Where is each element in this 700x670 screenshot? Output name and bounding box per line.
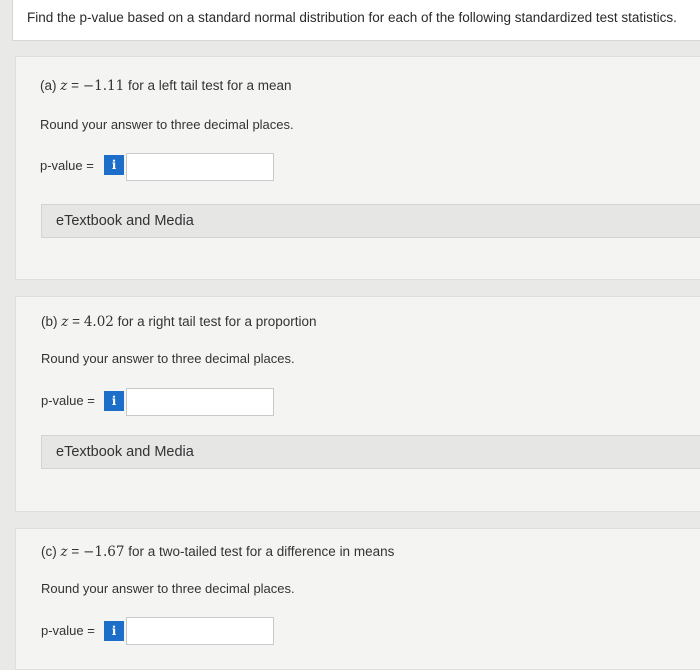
equals-sign: =	[71, 544, 80, 559]
info-icon[interactable]: i	[104, 155, 124, 175]
pvalue-label-text: p-value =	[41, 393, 95, 408]
pvalue-label-text: p-value =	[41, 623, 95, 638]
z-value: −1.67	[83, 544, 125, 560]
z-symbol: z	[60, 78, 68, 94]
question-description: for a left tail test for a mean	[127, 78, 292, 93]
z-symbol: z	[61, 314, 69, 330]
question-card-b: (b) z = 4.02 for a right tail test for a…	[15, 296, 700, 512]
question-label-b: (b) z = 4.02 for a right tail test for a…	[41, 314, 317, 330]
question-description: for a two-tailed test for a difference i…	[128, 544, 395, 559]
etextbook-media-button[interactable]: eTextbook and Media	[41, 204, 700, 238]
info-icon[interactable]: i	[104, 391, 124, 411]
round-instruction: Round your answer to three decimal place…	[41, 581, 295, 596]
round-instruction: Round your answer to three decimal place…	[41, 351, 295, 366]
z-value: 4.02	[83, 314, 114, 330]
pvalue-input[interactable]	[126, 388, 274, 416]
pvalue-label: p-value =	[41, 393, 95, 408]
pvalue-input[interactable]	[126, 617, 274, 645]
pvalue-input[interactable]	[126, 153, 274, 181]
equals-sign: =	[71, 78, 80, 93]
question-prefix: (b)	[41, 314, 58, 329]
etextbook-media-button[interactable]: eTextbook and Media	[41, 435, 700, 469]
pvalue-label: p-value =	[41, 623, 95, 638]
question-label-a: (a) z = −1.11 for a left tail test for a…	[40, 78, 292, 94]
round-instruction: Round your answer to three decimal place…	[40, 117, 294, 132]
question-card-c: (c) z = −1.67 for a two-tailed test for …	[15, 528, 700, 670]
instruction-text: Find the p-value based on a standard nor…	[27, 10, 677, 25]
question-description: for a right tail test for a proportion	[117, 314, 317, 329]
question-card-a: (a) z = −1.11 for a left tail test for a…	[15, 56, 700, 280]
z-symbol: z	[60, 544, 68, 560]
pvalue-label-text: p-value =	[40, 158, 94, 173]
question-prefix: (a)	[40, 78, 57, 93]
equals-sign: =	[72, 314, 81, 329]
question-label-c: (c) z = −1.67 for a two-tailed test for …	[41, 544, 394, 560]
info-icon[interactable]: i	[104, 621, 124, 641]
instruction-card: Find the p-value based on a standard nor…	[12, 0, 700, 41]
pvalue-label: p-value =	[40, 158, 94, 173]
question-prefix: (c)	[41, 544, 57, 559]
z-value: −1.11	[82, 78, 125, 94]
